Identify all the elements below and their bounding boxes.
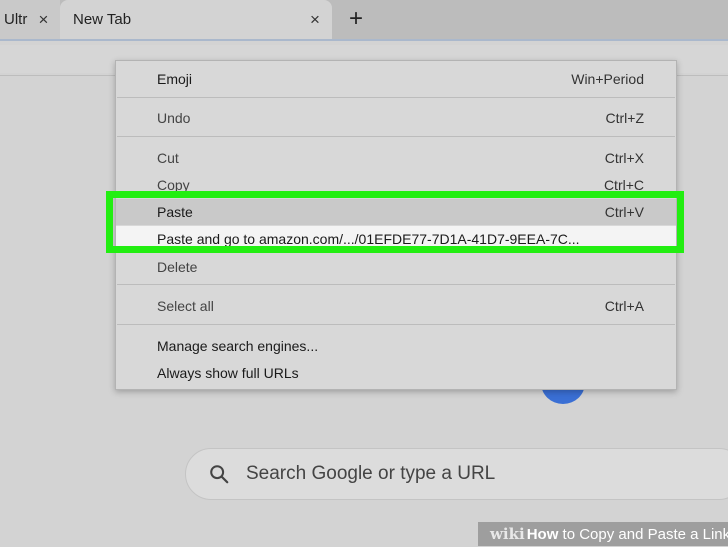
menu-item-undo[interactable]: Undo Ctrl+Z	[116, 105, 676, 131]
close-icon[interactable]: ×	[304, 9, 326, 31]
menu-item-emoji[interactable]: Emoji Win+Period	[116, 66, 676, 92]
menu-item-paste-and-go[interactable]: Paste and go to amazon.com/.../01EFDE77-…	[116, 226, 676, 252]
menu-item-label: Delete	[157, 259, 198, 275]
tab-strip: Ultr × New Tab × +	[0, 0, 728, 39]
menu-separator	[117, 97, 675, 98]
search-box[interactable]: Search Google or type a URL	[185, 448, 728, 500]
menu-separator	[117, 324, 675, 325]
menu-item-copy[interactable]: Copy Ctrl+C	[116, 172, 676, 198]
menu-item-shortcut: Ctrl+Z	[605, 110, 645, 126]
menu-item-label: Paste	[157, 204, 193, 220]
context-menu: Emoji Win+Period Undo Ctrl+Z Cut Ctrl+X …	[115, 60, 677, 390]
watermark: wiki How to Copy and Paste a Link	[478, 522, 728, 546]
tab-title: New Tab	[73, 11, 132, 28]
menu-item-shortcut: Win+Period	[571, 71, 644, 87]
menu-item-label: Manage search engines...	[157, 338, 319, 354]
watermark-title: to Copy and Paste a Link	[558, 525, 728, 543]
menu-separator	[117, 136, 675, 137]
close-icon[interactable]: ×	[33, 9, 54, 31]
menu-item-shortcut: Ctrl+A	[604, 298, 644, 314]
menu-item-cut[interactable]: Cut Ctrl+X	[116, 145, 676, 171]
menu-item-select-all[interactable]: Select all Ctrl+A	[116, 293, 676, 319]
new-tab-button[interactable]: +	[342, 5, 370, 33]
menu-item-paste[interactable]: Paste Ctrl+V	[116, 199, 676, 225]
watermark-wiki: wiki	[490, 525, 525, 543]
search-placeholder: Search Google or type a URL	[246, 463, 496, 484]
menu-item-manage-search-engines[interactable]: Manage search engines...	[116, 333, 676, 359]
tab-new-tab[interactable]: New Tab ×	[60, 0, 332, 39]
menu-item-shortcut: Ctrl+V	[604, 204, 644, 220]
watermark-how: How	[526, 525, 559, 543]
menu-item-always-show-full-urls[interactable]: Always show full URLs	[116, 360, 676, 386]
menu-item-label: Select all	[157, 298, 214, 314]
menu-item-label: Undo	[157, 110, 191, 126]
menu-item-label: Always show full URLs	[157, 365, 299, 381]
menu-item-label: Cut	[157, 150, 179, 166]
menu-item-shortcut: Ctrl+C	[603, 177, 644, 193]
menu-separator	[117, 284, 675, 285]
tab-title: Ultr	[4, 11, 28, 28]
menu-item-delete[interactable]: Delete	[116, 254, 676, 280]
menu-item-label: Paste and go to amazon.com/.../01EFDE77-…	[157, 231, 580, 247]
search-icon	[210, 465, 229, 484]
tab-ultra[interactable]: Ultr ×	[0, 0, 60, 39]
menu-item-label: Emoji	[157, 71, 193, 87]
menu-item-shortcut: Ctrl+X	[604, 150, 644, 166]
menu-item-label: Copy	[157, 177, 190, 193]
